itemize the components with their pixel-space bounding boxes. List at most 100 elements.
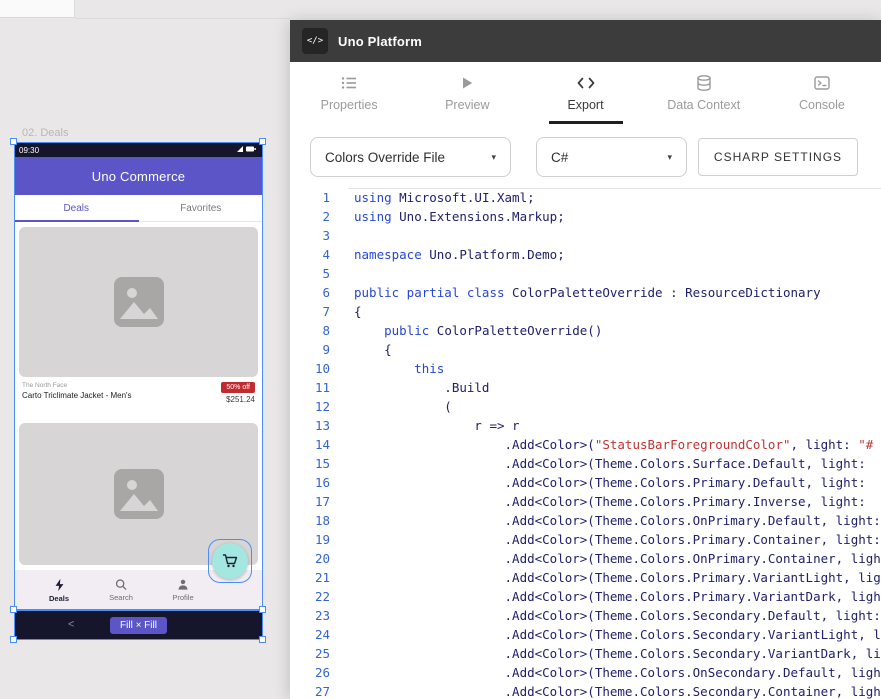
nav-item-profile[interactable]: Profile <box>152 578 214 602</box>
code-line: 3 <box>290 226 881 245</box>
nav-item-deals[interactable]: Deals <box>28 578 90 603</box>
lightning-icon <box>54 578 65 592</box>
nav-label: Profile <box>172 593 193 602</box>
product-text: The North Face Carto Triclimate Jacket -… <box>22 382 132 418</box>
fab-selection-outline <box>208 539 252 583</box>
profile-icon <box>177 578 189 591</box>
collapse-chevron-icon[interactable]: < <box>68 619 74 631</box>
select-value: Colors Override File <box>325 150 445 165</box>
selection-handle[interactable] <box>10 138 17 145</box>
search-icon <box>115 578 127 591</box>
code-line: 10 this <box>290 359 881 378</box>
selection-handle[interactable] <box>10 606 17 613</box>
app-tab-deals[interactable]: Deals <box>14 195 139 221</box>
data-context-icon <box>695 74 713 92</box>
tab-label: Data Context <box>667 98 740 112</box>
artboard-label[interactable]: 02. Deals <box>22 127 68 139</box>
code-line: 16 .Add<Color>(Theme.Colors.Primary.Defa… <box>290 473 881 492</box>
product-info-row[interactable]: The North Face Carto Triclimate Jacket -… <box>14 377 263 418</box>
status-icons <box>236 145 258 155</box>
product-image-placeholder[interactable] <box>19 227 258 377</box>
code-line: 13 r => r <box>290 416 881 435</box>
tab-label: Preview <box>445 98 489 112</box>
export-icon <box>576 74 596 92</box>
cart-icon <box>222 553 238 569</box>
app-tab-favorites[interactable]: Favorites <box>139 195 264 221</box>
code-line: 2using Uno.Extensions.Markup; <box>290 207 881 226</box>
code-editor-lines: 1using Microsoft.UI.Xaml;2using Uno.Exte… <box>290 188 881 699</box>
image-placeholder-icon <box>112 467 166 521</box>
panel-tab-bar: Properties Preview Export Data Context C… <box>290 62 881 124</box>
status-time: 09:30 <box>19 146 236 155</box>
app-tab-label: Deals <box>63 203 89 214</box>
code-line: 17 .Add<Color>(Theme.Colors.Primary.Inve… <box>290 492 881 511</box>
app-title: Uno Commerce <box>92 169 185 184</box>
select-value: C# <box>551 150 568 165</box>
frame-resize-bar[interactable]: < Fill × Fill <box>14 610 263 640</box>
tab-data-context[interactable]: Data Context <box>645 62 763 124</box>
nav-item-search[interactable]: Search <box>90 578 152 602</box>
console-icon <box>813 74 831 92</box>
code-line: 6public partial class ColorPaletteOverri… <box>290 283 881 302</box>
product-brand: The North Face <box>22 382 132 389</box>
product-pricing: 50% off $251.24 <box>221 382 255 418</box>
phone-mockup-frame[interactable]: 09:30 Uno Commerce Deals Favorites The N… <box>14 143 263 610</box>
code-line: 23 .Add<Color>(Theme.Colors.Secondary.De… <box>290 606 881 625</box>
tab-export[interactable]: Export <box>526 62 644 124</box>
code-line: 1using Microsoft.UI.Xaml; <box>290 188 881 207</box>
nav-label: Search <box>109 593 133 602</box>
code-line: 24 .Add<Color>(Theme.Colors.Secondary.Va… <box>290 625 881 644</box>
phone-status-bar: 09:30 <box>14 143 263 157</box>
code-line: 12 ( <box>290 397 881 416</box>
panel-header: </> Uno Platform <box>290 20 881 62</box>
code-line: 15 .Add<Color>(Theme.Colors.Surface.Defa… <box>290 454 881 473</box>
panel-title: Uno Platform <box>338 34 422 49</box>
code-line: 5 <box>290 264 881 283</box>
code-line: 22 .Add<Color>(Theme.Colors.Primary.Vari… <box>290 587 881 606</box>
cart-fab-button[interactable] <box>212 543 248 579</box>
preview-icon <box>458 74 476 92</box>
tab-label: Properties <box>321 98 378 112</box>
export-controls-row: Colors Override File ▾ C# ▾ CSHARP SETTI… <box>290 124 881 186</box>
tab-console[interactable]: Console <box>763 62 881 124</box>
discount-badge: 50% off <box>221 382 255 393</box>
uno-platform-panel: </> Uno Platform Properties Preview Expo… <box>290 20 881 699</box>
chevron-down-icon: ▾ <box>491 152 496 163</box>
phone-content: The North Face Carto Triclimate Jacket -… <box>14 222 263 610</box>
canvas-guide-line <box>75 18 290 19</box>
selection-handle[interactable] <box>259 636 266 643</box>
code-line: 8 public ColorPaletteOverride() <box>290 321 881 340</box>
canvas-guide-corner <box>0 0 75 18</box>
code-line: 20 .Add<Color>(Theme.Colors.OnPrimary.Co… <box>290 549 881 568</box>
code-editor[interactable]: 1using Microsoft.UI.Xaml;2using Uno.Exte… <box>290 186 881 699</box>
properties-icon <box>340 74 358 92</box>
tab-label: Export <box>567 98 603 112</box>
selection-handle[interactable] <box>259 138 266 145</box>
fill-sizing-button[interactable]: Fill × Fill <box>110 617 167 634</box>
code-line: 4namespace Uno.Platform.Demo; <box>290 245 881 264</box>
product-price: $251.24 <box>226 395 255 404</box>
selection-handle[interactable] <box>259 606 266 613</box>
code-line: 26 .Add<Color>(Theme.Colors.OnSecondary.… <box>290 663 881 682</box>
tab-properties[interactable]: Properties <box>290 62 408 124</box>
code-line: 14 .Add<Color>("StatusBarForegroundColor… <box>290 435 881 454</box>
code-line: 9 { <box>290 340 881 359</box>
code-line: 27 .Add<Color>(Theme.Colors.Secondary.Co… <box>290 682 881 699</box>
code-line: 7{ <box>290 302 881 321</box>
code-line: 11 .Build <box>290 378 881 397</box>
chevron-down-icon: ▾ <box>667 152 672 163</box>
code-logo-icon: </> <box>302 28 328 54</box>
product-name: Carto Triclimate Jacket - Men's <box>22 391 132 400</box>
app-tab-label: Favorites <box>180 203 221 214</box>
export-language-select[interactable]: C# ▾ <box>536 137 687 177</box>
code-line: 25 .Add<Color>(Theme.Colors.Secondary.Va… <box>290 644 881 663</box>
app-header: Uno Commerce <box>14 157 263 195</box>
code-line: 21 .Add<Color>(Theme.Colors.Primary.Vari… <box>290 568 881 587</box>
selection-handle[interactable] <box>10 636 17 643</box>
code-line: 19 .Add<Color>(Theme.Colors.Primary.Cont… <box>290 530 881 549</box>
csharp-settings-button[interactable]: CSHARP SETTINGS <box>698 138 858 176</box>
image-placeholder-icon <box>112 275 166 329</box>
export-file-select[interactable]: Colors Override File ▾ <box>310 137 511 177</box>
tab-preview[interactable]: Preview <box>408 62 526 124</box>
code-line: 18 .Add<Color>(Theme.Colors.OnPrimary.De… <box>290 511 881 530</box>
